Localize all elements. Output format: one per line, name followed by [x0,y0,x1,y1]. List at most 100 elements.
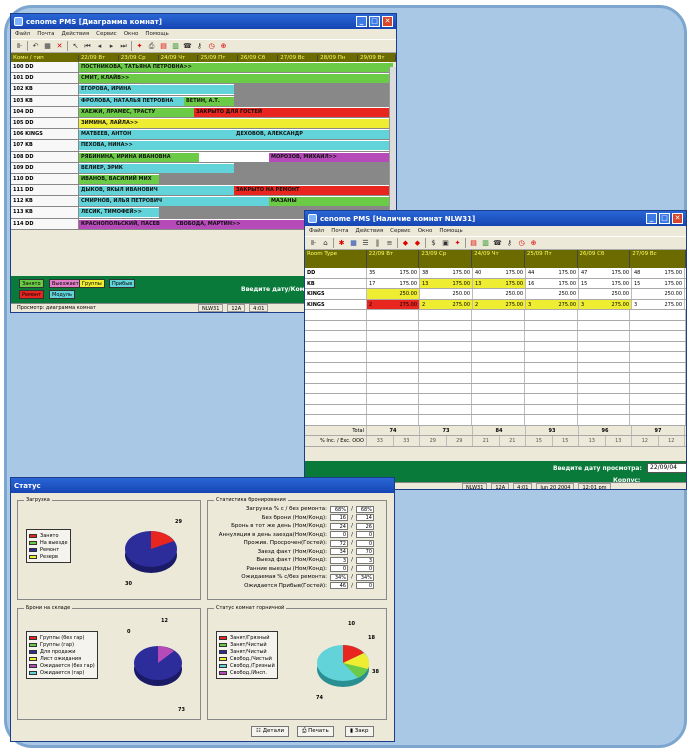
key-icon[interactable]: ⚷ [505,239,514,248]
globe-icon[interactable]: ⊕ [529,239,538,248]
room-row[interactable]: 107 KB ПЕХОВА, НИНА>> [11,140,393,152]
reservation-bar[interactable]: МОРОЗОВ, МИХАИЛ>> [269,152,393,162]
undo-icon[interactable]: ↶ [31,42,40,51]
date-input[interactable]: 22/09/04 [647,463,686,473]
maximize-button[interactable]: □ [369,16,380,27]
reservation-bar[interactable]: МАЗАНЫ [269,197,393,207]
availability-cell[interactable]: 47 175.00 [579,268,632,278]
arrow-left-icon[interactable]: ◆ [401,239,410,248]
bank-icon[interactable]: ⌂ [321,239,330,248]
reservation-bar[interactable]: ЗАКРЫТО НА РЕМОНТ [234,186,393,196]
menu-item[interactable]: Окно [418,228,433,234]
calendar-icon[interactable]: ▣ [441,239,450,248]
title-bar[interactable]: cenome PMS [Диаграмма комнат] _ □ ✕ [11,14,396,29]
room-row[interactable]: 110 DD ИВАНОВ, ВАСИЛИЙ МИХ [11,173,389,186]
title-bar[interactable]: cenome PMS [Наличие комнат NLW31] _ □ ✕ [305,211,686,226]
prev-icon[interactable]: ◂ [95,42,104,51]
room-row[interactable]: 106 KINGS МАТВЕЕВ, АНТОН ДЕХОВОВ, АЛЕКСАНД… [11,129,393,141]
availability-cell[interactable]: 40 175.00 [473,268,526,278]
arrow-right-icon[interactable]: ◆ [413,239,422,248]
availability-cell[interactable]: 17 175.00 [367,278,420,288]
title-bar[interactable]: Статус [11,478,394,493]
availability-cell[interactable]: 15 175.00 [579,278,632,288]
room-row[interactable]: 101 DD СМИТ, КЛАЙВ>> [11,73,393,85]
availability-cell[interactable]: 250.00 [526,289,579,299]
reservation-bar[interactable]: МАТВЕЕВ, АНТОН [79,130,234,140]
close-button[interactable]: ✕ [382,16,393,27]
reservation-bar[interactable]: ВЕТИН, А.Т. [184,96,234,106]
availability-cell[interactable]: 13 175.00 [420,278,473,288]
menu-item[interactable]: Почта [37,31,54,37]
first-icon[interactable]: ⏮ [83,42,92,51]
filter-icon[interactable]: ⊪ [309,239,318,248]
reservation-bar[interactable]: ФРОЛОВА, НАТАЛЬЯ ПЕТРОВНА [79,96,184,106]
availability-cell[interactable]: 3 275.00 [526,299,579,309]
columns-icon[interactable]: ‖ [373,239,382,248]
phone-icon[interactable]: ☎ [493,239,502,248]
close-button[interactable]: ✕ [672,213,683,224]
globe-icon[interactable]: ⊕ [219,42,228,51]
room-row[interactable]: 109 DD ВЕЛИЕР, ЭРИК [11,162,389,174]
reservation-bar[interactable]: ЕГОРОВА, ИРИНА [79,85,234,95]
availability-cell[interactable]: 15 175.00 [632,278,685,288]
phone-icon[interactable]: ☎ [183,42,192,51]
menu-item[interactable]: Действия [356,228,384,234]
menu-item[interactable]: Окно [124,31,139,37]
menu-item[interactable]: Файл [15,31,30,37]
pointer-icon[interactable]: ↖ [71,42,80,51]
list-icon[interactable]: ☰ [361,239,370,248]
chart-icon[interactable]: ▤ [159,42,168,51]
print-icon[interactable]: ⎙ [147,42,156,51]
room-row[interactable]: 103 KB ФРОЛОВА, НАТАЛЬЯ ПЕТРОВНА ВЕТИН, А.… [11,95,389,107]
availability-cell[interactable]: 250.00 [420,289,473,299]
menu-item[interactable]: Действия [62,31,90,37]
room-row[interactable]: 102 KB ЕГОРОВА, ИРИНА [11,84,389,96]
reservation-bar[interactable]: ЛЕСИК, ТИМОФЕЙ>> [79,208,159,218]
minimize-button[interactable]: _ [356,16,367,27]
clock-icon[interactable]: ◷ [517,239,526,248]
reservation-bar[interactable]: СМИРНОВ, ИЛЬЯ ПЕТРОВИЧ [79,197,269,207]
reservation-bar[interactable]: ИВАНОВ, ВАСИЛИЙ МИХ [79,174,159,184]
menu-item[interactable]: Сервис [390,228,411,234]
table-icon[interactable]: ▥ [171,42,180,51]
availability-cell[interactable]: 250.00 [632,289,685,299]
reservation-bar[interactable]: КРАСНОПОЛЬСКИЙ, ПАСЕВ [79,219,174,229]
clock-icon[interactable]: ◷ [207,42,216,51]
print-button[interactable]: ⎙ Печать [297,726,334,737]
menu-item[interactable]: Файл [309,228,324,234]
availability-row[interactable]: KB 17 175.00 13 175.00 13 175.00 16 175.00 15 175.… [305,278,686,289]
minimize-button[interactable]: _ [646,213,657,224]
reservation-bar[interactable]: ВЕЛИЕР, ЭРИК [79,163,234,173]
room-row[interactable]: 111 DD ДЫКОВ, ЯКЫЛ ИВАНОВИЧ ЗАКРЫТО НА РЕМ… [11,185,393,197]
reservation-bar[interactable]: ДЕХОВОВ, АЛЕКСАНДР [234,130,393,140]
grid-icon[interactable]: ▦ [349,239,358,248]
reservation-bar[interactable]: СМИТ, КЛАЙВ>> [79,74,393,84]
grid-icon[interactable]: ▦ [43,42,52,51]
availability-cell[interactable]: 250.00 [367,289,420,299]
reservation-bar[interactable]: ПОСТНИКОВА, ТАТЬЯНА ПЕТРОВНА>> [79,63,393,72]
room-row[interactable]: 105 DD ЗИМИНА, ЛАЙЛА>> [11,117,393,130]
room-row[interactable]: 100 DD ПОСТНИКОВА, ТАТЬЯНА ПЕТРОВНА>> [11,62,393,74]
delete-icon[interactable]: ✕ [55,42,64,51]
chart-icon[interactable]: ▤ [469,239,478,248]
settings-icon[interactable]: ✱ [337,239,346,248]
availability-row[interactable]: DD 35 175.00 38 175.00 40 175.00 44 175.00 47 175.… [305,268,686,279]
room-row[interactable]: 108 DD РЯБИНИНА, ИРИНА ИВАНОВНА МОРОЗОВ, М… [11,151,393,163]
availability-cell[interactable]: 3 275.00 [579,299,632,309]
reservation-bar[interactable]: ЗАКРЫТО ДЛЯ ГОСТЕЙ [194,107,393,117]
menu-item[interactable]: Сервис [96,31,117,37]
lines-icon[interactable]: ≡ [385,239,394,248]
availability-cell[interactable]: 48 175.00 [632,268,685,278]
room-row[interactable]: 104 DD ХАЕЖИ, ЛРАМЕС, ТРАСТУ ЗАКРЫТО ДЛЯ Г… [11,106,393,118]
availability-row[interactable]: KINGS 2 275.00 2 275.00 2 275.00 3 275.00 3 275.00… [305,299,686,310]
availability-cell[interactable]: 44 175.00 [526,268,579,278]
availability-cell[interactable]: 250.00 [579,289,632,299]
reservation-bar[interactable]: ЗИМИНА, ЛАЙЛА>> [79,118,393,128]
availability-cell[interactable]: 16 175.00 [526,278,579,288]
filter-icon[interactable]: ⊪ [15,42,24,51]
table-icon[interactable]: ▥ [481,239,490,248]
availability-cell[interactable]: 13 175.00 [473,278,526,288]
reservation-icon[interactable]: ✦ [135,42,144,51]
room-row[interactable]: 112 KB СМИРНОВ, ИЛЬЯ ПЕТРОВИЧ МАЗАНЫ [11,196,393,208]
dollar-icon[interactable]: $ [429,239,438,248]
